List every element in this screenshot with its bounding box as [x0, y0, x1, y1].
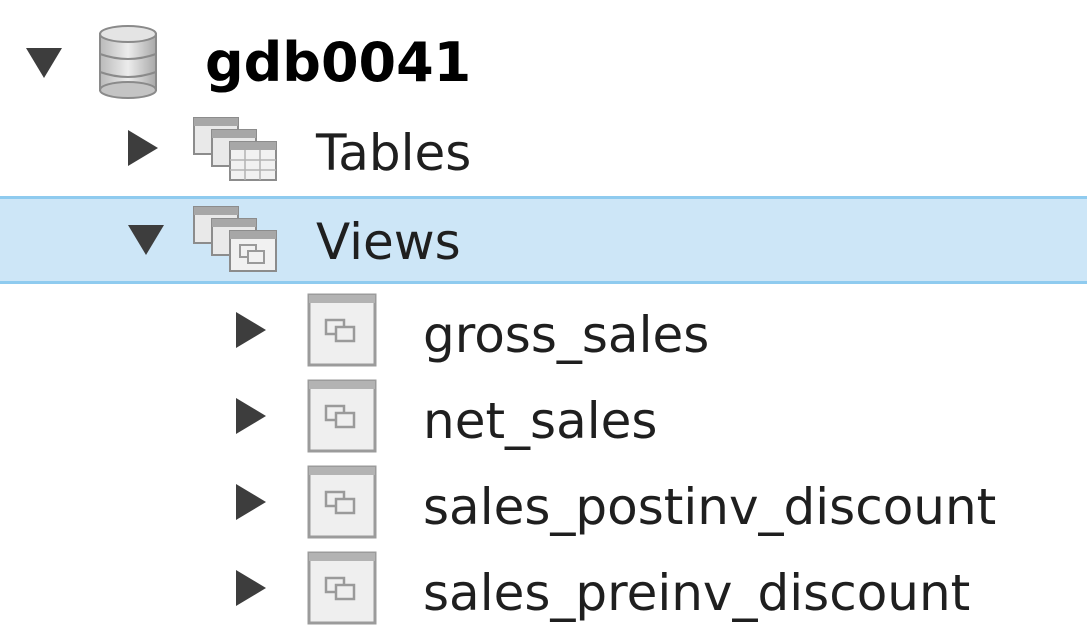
view-label[interactable]: gross_sales: [423, 310, 709, 360]
database-icon: [96, 24, 160, 104]
tree-node-tables[interactable]: Tables: [0, 108, 1087, 196]
tables-folder-icon: [190, 114, 282, 188]
expand-arrow-icon[interactable]: [128, 130, 158, 166]
collapse-arrow-icon[interactable]: [128, 225, 164, 255]
view-icon: [306, 464, 378, 544]
view-label[interactable]: sales_preinv_discount: [423, 568, 970, 618]
expand-arrow-icon[interactable]: [236, 570, 266, 606]
views-folder-icon: [190, 203, 282, 279]
tree-node-views[interactable]: Views: [0, 196, 1087, 284]
folder-label-views[interactable]: Views: [316, 217, 461, 267]
expand-arrow-icon[interactable]: [236, 398, 266, 434]
schema-tree: gdb0041 Tables Views gross_sales net_sal…: [0, 0, 1087, 634]
tree-node-view[interactable]: sales_postinv_discount: [0, 462, 1087, 550]
tree-node-view[interactable]: sales_preinv_discount: [0, 548, 1087, 634]
expand-arrow-icon[interactable]: [236, 484, 266, 520]
tree-node-database[interactable]: gdb0041: [0, 18, 1087, 106]
folder-label-tables[interactable]: Tables: [316, 128, 471, 178]
view-icon: [306, 292, 378, 372]
view-label[interactable]: sales_postinv_discount: [423, 482, 996, 532]
database-name[interactable]: gdb0041: [205, 36, 471, 90]
collapse-arrow-icon[interactable]: [26, 48, 62, 78]
expand-arrow-icon[interactable]: [236, 312, 266, 348]
view-icon: [306, 550, 378, 630]
tree-node-view[interactable]: gross_sales: [0, 290, 1087, 378]
view-icon: [306, 378, 378, 458]
view-label[interactable]: net_sales: [423, 396, 657, 446]
tree-node-view[interactable]: net_sales: [0, 376, 1087, 464]
